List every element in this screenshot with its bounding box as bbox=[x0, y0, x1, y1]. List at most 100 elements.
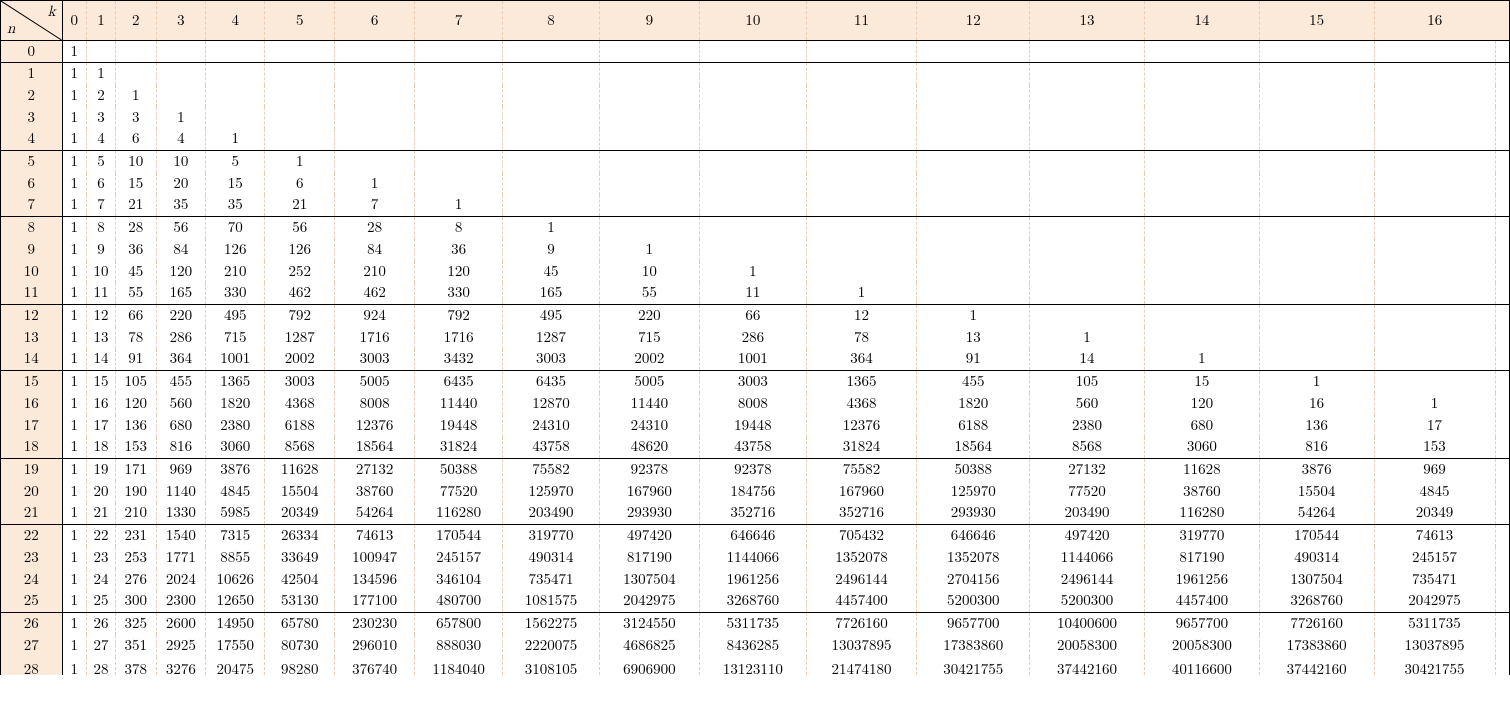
cell bbox=[917, 151, 1030, 173]
cell-value: 50388 bbox=[955, 462, 993, 477]
cell: 1330 bbox=[156, 503, 205, 525]
cell-value: 293930 bbox=[627, 505, 672, 520]
cell bbox=[1259, 305, 1374, 327]
cell: 1 bbox=[62, 393, 87, 415]
col-header-k10: 10 bbox=[700, 1, 807, 41]
cell-value: 364 bbox=[170, 351, 193, 366]
cell: 40116600 bbox=[1144, 657, 1259, 675]
cell: 203490 bbox=[1030, 503, 1145, 525]
cell-value: 3 bbox=[132, 110, 140, 125]
cell: 78 bbox=[115, 327, 156, 349]
cell: 8436285 bbox=[700, 635, 807, 657]
cell-value: 13 bbox=[93, 330, 108, 345]
cell: 646646 bbox=[917, 525, 1030, 547]
cell-value: 1 bbox=[63, 661, 87, 675]
row-right-pad bbox=[1495, 591, 1509, 613]
cell: 19 bbox=[87, 459, 116, 481]
cell: 9657700 bbox=[917, 613, 1030, 635]
row-right-pad bbox=[1495, 217, 1509, 239]
cell: 8 bbox=[415, 217, 503, 239]
cell-value: 9 bbox=[547, 242, 555, 257]
cell: 91 bbox=[115, 349, 156, 371]
row-right-pad bbox=[1495, 525, 1509, 547]
row-header-label: 27 bbox=[24, 638, 39, 653]
cell: 18564 bbox=[917, 437, 1030, 459]
cell: 497420 bbox=[599, 525, 699, 547]
cell bbox=[503, 129, 599, 151]
cell: 346104 bbox=[415, 569, 503, 591]
cell bbox=[917, 283, 1030, 305]
cell-value: 7315 bbox=[220, 528, 250, 543]
cell: 11440 bbox=[415, 393, 503, 415]
cell-value: 13037895 bbox=[832, 638, 892, 653]
row-right-pad bbox=[1495, 503, 1509, 525]
cell-value: 15 bbox=[93, 374, 108, 389]
cell: 210 bbox=[115, 503, 156, 525]
cell: 293930 bbox=[917, 503, 1030, 525]
cell: 3276 bbox=[156, 657, 205, 675]
col-header-k6: 6 bbox=[335, 1, 415, 41]
cell: 120 bbox=[115, 393, 156, 415]
cell-value: 21 bbox=[93, 505, 108, 520]
cell bbox=[415, 63, 503, 85]
cell-value: 1 bbox=[71, 484, 79, 499]
cell bbox=[335, 85, 415, 107]
cell: 319770 bbox=[1144, 525, 1259, 547]
cell bbox=[599, 85, 699, 107]
cell: 792 bbox=[265, 305, 335, 327]
cell-value: 126 bbox=[289, 242, 312, 257]
cell: 136 bbox=[115, 415, 156, 437]
cell: 16 bbox=[87, 393, 116, 415]
cell: 9 bbox=[503, 239, 599, 261]
row-header-n27: 27 bbox=[1, 635, 63, 657]
cell-value: 100947 bbox=[352, 550, 397, 565]
cell-value: 105 bbox=[1076, 374, 1099, 389]
cell-value: 38760 bbox=[1183, 484, 1221, 499]
cell-value: 203490 bbox=[528, 505, 573, 520]
cell: 378 bbox=[115, 657, 156, 675]
cell bbox=[806, 239, 917, 261]
cell: 3060 bbox=[206, 437, 265, 459]
cell-value: 6 bbox=[97, 176, 105, 191]
cell: 66 bbox=[115, 305, 156, 327]
cell-value: 56 bbox=[292, 220, 307, 235]
row-right-pad bbox=[1495, 459, 1509, 481]
cell-value: 13037895 bbox=[1405, 638, 1465, 653]
cell: 231 bbox=[115, 525, 156, 547]
cell-value: 4 bbox=[97, 131, 105, 146]
cell: 30421755 bbox=[1374, 657, 1495, 675]
cell-value: 5 bbox=[231, 154, 239, 169]
cell-value: 74613 bbox=[1416, 528, 1454, 543]
cell-value: 177100 bbox=[352, 593, 397, 608]
cell-value: 2 bbox=[97, 88, 105, 103]
cell bbox=[1374, 261, 1495, 283]
row-right-pad bbox=[1495, 547, 1509, 569]
cell-value: 220 bbox=[638, 308, 661, 323]
cell-value: 27 bbox=[93, 638, 108, 653]
cell-value: 3124550 bbox=[623, 616, 676, 631]
cell: 462 bbox=[265, 283, 335, 305]
cell: 10 bbox=[599, 261, 699, 283]
cell-value: 20058300 bbox=[1172, 638, 1232, 653]
cell-value: 924 bbox=[363, 308, 386, 323]
cell bbox=[1374, 107, 1495, 129]
cell bbox=[599, 151, 699, 173]
cell-value: 1 bbox=[97, 66, 105, 81]
cell bbox=[700, 239, 807, 261]
cell bbox=[1030, 173, 1145, 195]
cell: 28 bbox=[115, 217, 156, 239]
cell bbox=[1374, 85, 1495, 107]
cell: 1184040 bbox=[415, 657, 503, 675]
table-row: 2512530023001265053130177100480700108157… bbox=[1, 591, 1510, 613]
cell-value: 120 bbox=[1191, 396, 1214, 411]
cell: 167960 bbox=[599, 481, 699, 503]
cell: 3268760 bbox=[1259, 591, 1374, 613]
cell bbox=[335, 41, 415, 63]
cell: 28 bbox=[335, 217, 415, 239]
cell: 6435 bbox=[415, 371, 503, 393]
row-header-n1: 1 bbox=[1, 63, 63, 85]
cell: 1 bbox=[62, 569, 87, 591]
cell-value: 680 bbox=[1191, 418, 1214, 433]
cell-value: 376740 bbox=[335, 661, 414, 675]
row-header-n22: 22 bbox=[1, 525, 63, 547]
